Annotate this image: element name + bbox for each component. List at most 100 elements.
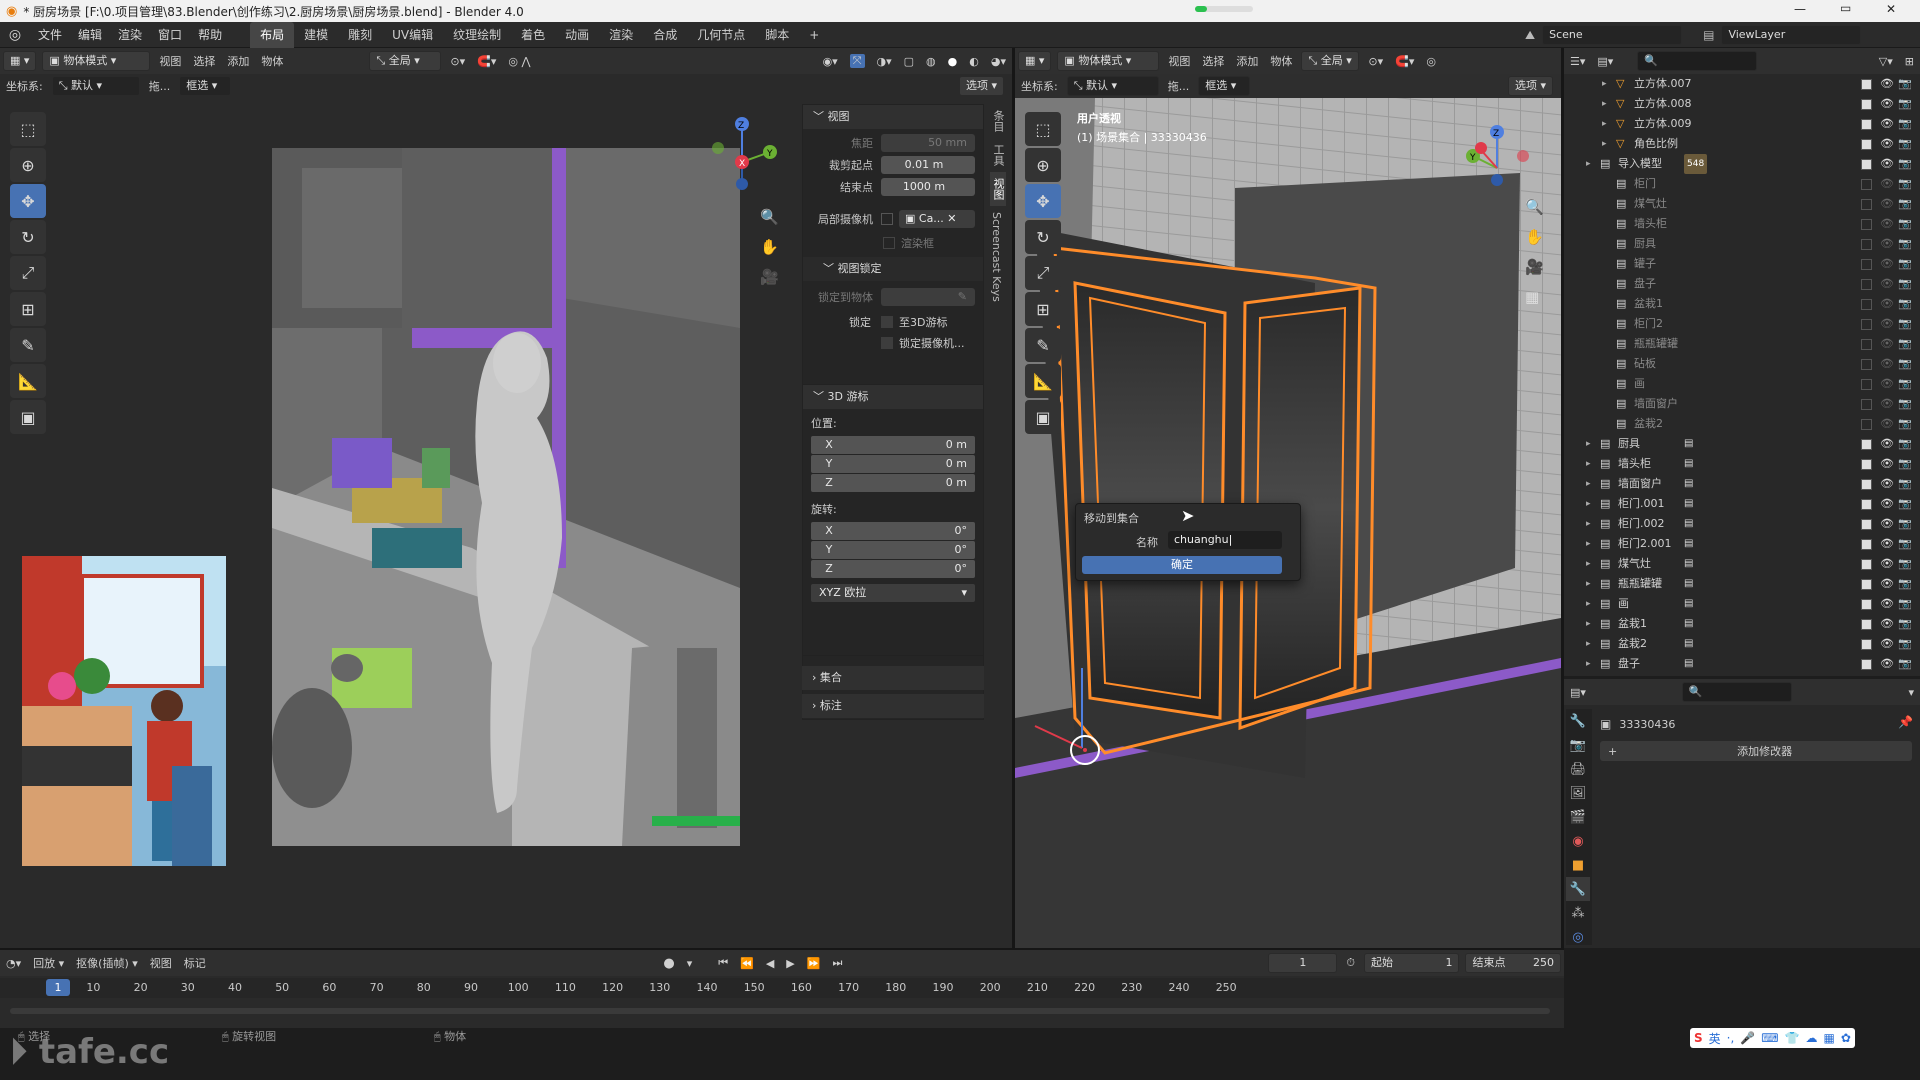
render-camera-icon[interactable]: 📷 xyxy=(1898,194,1920,214)
filter-icon[interactable]: ▽▾ xyxy=(1879,55,1893,68)
ime-punct-icon[interactable]: ·, xyxy=(1727,1031,1735,1045)
expand-arrow-icon[interactable]: ▸ xyxy=(1602,134,1616,154)
pin-icon[interactable]: 📌 xyxy=(1898,715,1913,729)
outliner-row[interactable]: ▸ ▤ 墙头柜 ▤ 👁 📷 xyxy=(1564,454,1920,474)
menu-view-right[interactable]: 视图 xyxy=(1168,53,1190,69)
exclude-checkbox[interactable] xyxy=(1861,378,1872,390)
next-keyframe-icon[interactable]: ⏩ xyxy=(807,957,821,970)
modifier-tab-icon[interactable]: 🔧 xyxy=(1566,877,1590,901)
visibility-eye-icon[interactable]: 👁 xyxy=(1880,254,1898,274)
outliner-row[interactable]: ▸ ▤ 瓶瓶罐罐 ▤ 👁 📷 xyxy=(1564,574,1920,594)
visibility-eye-icon[interactable]: 👁 xyxy=(1880,434,1898,454)
jump-start-icon[interactable]: ⏮ xyxy=(718,956,728,970)
exclude-checkbox[interactable] xyxy=(1861,558,1872,570)
tab-layout[interactable]: 布局 xyxy=(250,21,295,48)
outliner-row[interactable]: ▸ ▤ 盆栽2 ▤ 👁 📷 xyxy=(1564,634,1920,654)
zoom-icon[interactable]: 🔍 xyxy=(760,208,782,238)
editor-type-button[interactable]: ▦ ▾ xyxy=(3,51,37,71)
visibility-eye-icon[interactable]: 👁 xyxy=(1880,194,1898,214)
outliner-row[interactable]: ▤ 盘子 👁 📷 xyxy=(1564,274,1920,294)
play-icon[interactable]: ▶ xyxy=(786,957,794,970)
outliner-row[interactable]: ▤ 墙面窗户 👁 📷 xyxy=(1564,394,1920,414)
camera-view-icon[interactable]: 🎥 xyxy=(760,268,782,298)
editor-type-button-right[interactable]: ▦ ▾ xyxy=(1018,51,1052,71)
timeline-ruler[interactable]: 1 10 20 30 40 50 60 70 80 90 100 110 120 130 140 150 16… xyxy=(0,978,1564,998)
visibility-eye-icon[interactable]: 👁 xyxy=(1880,514,1898,534)
options-button-right[interactable]: 选项 ▾ xyxy=(1507,76,1553,96)
exclude-checkbox[interactable] xyxy=(1861,78,1872,90)
menu-window[interactable]: 窗口 xyxy=(150,22,190,48)
outliner-row[interactable]: ▸ ▽ 立方体.009 👁 📷 xyxy=(1564,114,1920,134)
visibility-eye-icon[interactable]: 👁 xyxy=(1880,354,1898,374)
visibility-eye-icon[interactable]: 👁 xyxy=(1880,654,1898,674)
menu-help[interactable]: 帮助 xyxy=(190,22,230,48)
render-camera-icon[interactable]: 📷 xyxy=(1898,634,1920,654)
expand-arrow-icon[interactable]: ▸ xyxy=(1586,494,1600,514)
tab-uv-editing[interactable]: UV编辑 xyxy=(382,22,443,48)
transform-tool-icon[interactable]: ⊞ xyxy=(10,292,46,326)
select-box-tool-icon-right[interactable]: ⬚ xyxy=(1025,112,1061,146)
outliner-row[interactable]: ▸ ▤ 导入模型 548 👁 📷 xyxy=(1564,154,1920,174)
exclude-checkbox[interactable] xyxy=(1861,138,1872,150)
menu-file[interactable]: 文件 xyxy=(30,22,70,48)
expand-arrow-icon[interactable]: ▸ xyxy=(1602,94,1616,114)
ime-cloud-icon[interactable]: ☁ xyxy=(1806,1031,1818,1045)
lock-to-object-field[interactable]: 锁定到物体 ✎ xyxy=(811,287,975,307)
exclude-checkbox[interactable] xyxy=(1861,518,1872,530)
tab-texture-paint[interactable]: 纹理绘制 xyxy=(443,22,511,48)
exclude-checkbox[interactable] xyxy=(1861,598,1872,610)
visibility-icon[interactable]: ◉▾ xyxy=(823,55,838,68)
play-reverse-icon[interactable]: ◀ xyxy=(766,957,774,970)
outliner-row[interactable]: ▤ 瓶瓶罐罐 👁 📷 xyxy=(1564,334,1920,354)
view-layer-tab-icon[interactable]: 🖼 xyxy=(1566,781,1590,805)
snap-icon-right[interactable]: 🧲▾ xyxy=(1395,55,1414,68)
exclude-checkbox[interactable] xyxy=(1861,638,1872,650)
visibility-eye-icon[interactable]: 👁 xyxy=(1880,614,1898,634)
outliner-row[interactable]: ▤ 盆栽2 👁 📷 xyxy=(1564,414,1920,434)
exclude-checkbox[interactable] xyxy=(1861,118,1872,130)
scale-tool-icon[interactable]: ⤢ xyxy=(10,256,46,290)
start-frame-field[interactable]: 起始 1 xyxy=(1363,953,1460,973)
timeline-editor-icon[interactable]: ◔▾ xyxy=(6,957,21,970)
expand-arrow-icon[interactable]: ▸ xyxy=(1586,614,1600,634)
visibility-eye-icon[interactable]: 👁 xyxy=(1880,554,1898,574)
snap-icon[interactable]: 🧲▾ xyxy=(477,55,496,68)
render-camera-icon[interactable]: 📷 xyxy=(1898,334,1920,354)
object-tab-icon[interactable]: ■ xyxy=(1566,853,1590,877)
exclude-checkbox[interactable] xyxy=(1861,338,1872,350)
tab-screencast-keys[interactable]: Screencast Keys xyxy=(990,206,1003,308)
clip-end-field[interactable]: 结束点 1000 m xyxy=(811,177,975,197)
menu-playback[interactable]: 回放 ▾ xyxy=(33,955,64,971)
visibility-eye-icon[interactable]: 👁 xyxy=(1880,114,1898,134)
scene-tab-icon[interactable]: 🎬 xyxy=(1566,805,1590,829)
menu-add[interactable]: 添加 xyxy=(227,53,249,69)
visibility-eye-icon[interactable]: 👁 xyxy=(1880,314,1898,334)
render-camera-icon[interactable]: 📷 xyxy=(1898,394,1920,414)
expand-arrow-icon[interactable]: ▸ xyxy=(1586,654,1600,674)
gizmo-icon[interactable]: ⤧ xyxy=(849,54,865,68)
end-frame-field[interactable]: 结束点 250 xyxy=(1465,953,1562,973)
window-minimize-button[interactable]: — xyxy=(1794,2,1806,16)
render-camera-icon[interactable]: 📷 xyxy=(1898,454,1920,474)
tab-rendering[interactable]: 渲染 xyxy=(599,22,643,48)
output-tab-icon[interactable]: 🖨 xyxy=(1566,757,1590,781)
xray-icon[interactable]: ▢ xyxy=(904,55,914,68)
outliner-row[interactable]: ▤ 砧板 👁 📷 xyxy=(1564,354,1920,374)
outliner-row[interactable]: ▤ 墙头柜 👁 📷 xyxy=(1564,214,1920,234)
exclude-checkbox[interactable] xyxy=(1861,358,1872,370)
pan-icon[interactable]: ✋ xyxy=(760,238,782,268)
physics-tab-icon[interactable]: ◎ xyxy=(1566,925,1590,949)
menu-view[interactable]: 视图 xyxy=(159,53,181,69)
measure-tool-icon[interactable]: 📐 xyxy=(10,364,46,398)
options-button[interactable]: 选项 ▾ xyxy=(958,76,1004,96)
coord-selector[interactable]: ⤡ 默认 ▾ xyxy=(51,76,140,96)
menu-keying[interactable]: 抠像(插帧) ▾ xyxy=(76,955,138,971)
keyframe-button[interactable]: ▾ xyxy=(687,957,693,970)
collection-name-input[interactable]: chuanghu| xyxy=(1168,531,1282,549)
move-tool-icon[interactable]: ✥ xyxy=(10,184,46,218)
cursor-rot-z-field[interactable]: Z 0° xyxy=(811,560,975,578)
menu-select-right[interactable]: 选择 xyxy=(1202,53,1224,69)
add-cube-tool-icon[interactable]: ▣ xyxy=(10,400,46,434)
outliner-row[interactable]: ▤ 柜门2 👁 📷 xyxy=(1564,314,1920,334)
outliner-row[interactable]: ▸ ▤ 柜门2.001 ▤ 👁 📷 xyxy=(1564,534,1920,554)
